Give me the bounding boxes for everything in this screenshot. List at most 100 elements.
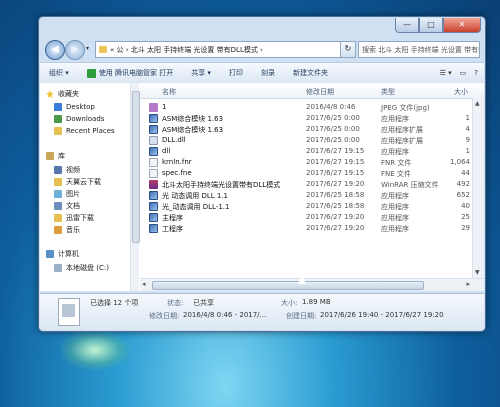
status-value: 已共享 [193,299,214,307]
sidebar-item-label: 迅雷下载 [66,214,94,222]
scroll-up-icon[interactable]: ▲ [475,100,480,107]
file-date: 2017/6/27 19:15 [306,158,365,166]
size-label: 大小: [281,299,298,307]
file-type: 应用程序 [381,225,409,233]
open-with-button[interactable]: 使用 腾讯电脑管家 打开 [78,68,182,78]
address-row: ◀ ▶ ▾ « 公 › 北斗 太阳 手持终端 光设置 带有DLL模式 › ↻ 搜… [43,39,481,60]
table-row[interactable]: DLL.dll 2017/6/25 0:00 应用程序扩展 9 [140,135,472,146]
scroll-right-icon[interactable]: ▸ [466,280,470,288]
sidebar-item-desktop[interactable]: Desktop [54,103,95,111]
sidebar-item-recent-places[interactable]: Recent Places [54,127,115,135]
scrollbar-thumb[interactable] [152,281,424,290]
sidebar-item-documents[interactable]: 文档 [54,201,80,211]
file-size: 29 [461,224,470,232]
file-name: 工程序 [162,225,183,233]
sidebar-item-thunder-downloads[interactable]: 迅雷下载 [54,213,94,223]
address-bar[interactable]: « 公 › 北斗 太阳 手持终端 光设置 带有DLL模式 › [95,41,341,58]
tencent-manager-icon [86,68,96,78]
table-row[interactable]: krnln.fnr 2017/6/27 19:15 FNR 文件 1,064 [140,157,472,168]
exe-icon [149,213,158,222]
file-name: dll [162,147,171,155]
navigation-scrollbar[interactable] [130,83,140,291]
minimize-button[interactable]: — [395,18,419,33]
sidebar-libraries[interactable]: 库 [46,151,65,161]
vertical-scrollbar[interactable]: ▲ ▼ [472,98,484,278]
preview-pane-button[interactable]: ▭ [460,69,467,77]
forward-button[interactable]: ▶ [65,40,85,60]
details-pane: 已选择 12 个项 状态: 已共享 大小: 1.89 MB 修改日期: 2016… [40,293,484,330]
table-row[interactable]: 主程序 2017/6/27 19:20 应用程序 25 [140,212,472,223]
created-value: 2017/6/26 19:40 - 2017/6/27 19:20 [320,311,444,319]
file-type: 应用程序扩展 [381,137,423,145]
table-row[interactable]: 1 2016/4/8 0:46 JPEG 文件(jpg) [140,102,472,113]
sidebar-item-downloads[interactable]: Downloads [54,115,104,123]
file-type: JPEG 文件(jpg) [381,104,430,112]
sidebar-item-drive-c[interactable]: 本地磁盘 (C:) [54,263,109,273]
sidebar-item-videos[interactable]: 视频 [54,165,80,175]
recent-pages-dropdown[interactable]: ▾ [86,45,89,52]
sidebar-item-music[interactable]: 音乐 [54,225,80,235]
table-row[interactable]: ASM综合模块 1.63 2017/6/25 0:00 应用程序扩展 4 [140,124,472,135]
column-size[interactable]: 大小 [454,87,468,97]
maximize-button[interactable]: □ [419,18,443,33]
modified-value: 2016/4/8 0:46 - 2017/... [183,311,267,319]
file-date: 2017/6/27 19:20 [306,180,365,188]
exe-icon [149,147,158,156]
file-size: 25 [461,213,470,221]
exe-icon [149,125,158,134]
search-input[interactable]: 搜索 北斗 太阳 手持终端 光设置 带有DLL模式 ⚲ [358,41,480,58]
burn-button[interactable]: 刻录 [252,68,284,78]
sidebar-item-cloud-downloads[interactable]: 天翼云下载 [54,177,101,187]
close-button[interactable]: ✕ [443,18,481,33]
share-button[interactable]: 共享 ▾ [182,68,220,78]
file-date: 2017/6/27 19:15 [306,147,365,155]
horizontal-scrollbar[interactable]: ◂ ▸ [140,278,484,291]
sidebar-favorites[interactable]: 收藏夹 [46,89,79,99]
table-row[interactable]: 光_动态调用 DLL-1.1 2017/6/25 18:58 应用程序 40 [140,201,472,212]
file-size: 9 [465,136,470,144]
exe-icon [149,202,158,211]
column-type[interactable]: 类型 [381,87,395,97]
address-path: « 公 › 北斗 太阳 手持终端 光设置 带有DLL模式 › [110,45,263,54]
file-date: 2017/6/25 0:00 [306,114,360,122]
refresh-button[interactable]: ↻ [340,41,356,58]
folder-icon [54,178,62,186]
file-name: 主程序 [162,214,183,222]
view-options-button[interactable]: ☰ ▾ [440,69,452,77]
exe-icon [149,224,158,233]
table-row[interactable]: spec.fne 2017/6/27 19:15 FNE 文件 44 [140,168,472,179]
table-row[interactable]: 工程序 2017/6/27 19:20 应用程序 29 [140,223,472,234]
sidebar-computer[interactable]: 计算机 [46,249,79,259]
content-area: 收藏夹 Desktop Downloads Recent Places 库 视频 [40,83,484,291]
scrollbar-thumb[interactable] [132,91,140,243]
sidebar-item-label: 本地磁盘 (C:) [66,264,109,272]
sidebar-item-label: Downloads [66,115,105,123]
file-date: 2016/4/8 0:46 [306,103,356,111]
library-icon [46,152,54,160]
file-type: 应用程序扩展 [381,126,423,134]
help-button[interactable]: ? [474,69,478,77]
sidebar-item-label: Recent Places [66,127,115,135]
table-row[interactable]: 光 动态调用 DLL 1.1 2017/6/25 18:58 应用程序 652 [140,190,472,201]
print-button[interactable]: 打印 [220,68,252,78]
scroll-down-icon[interactable]: ▼ [475,269,480,276]
multiple-files-icon [58,298,80,326]
organize-button[interactable]: 组织 ▾ [40,68,78,78]
table-row[interactable]: ASM综合模块 1.63 2017/6/25 0:00 应用程序 1 [140,113,472,124]
new-folder-button[interactable]: 新建文件夹 [284,68,337,78]
table-row[interactable]: dll 2017/6/27 19:15 应用程序 1 [140,146,472,157]
table-row[interactable]: 北斗太阳手持终端光设置带有DLL模式 2017/6/27 19:20 WinRA… [140,179,472,190]
scroll-left-icon[interactable]: ◂ [142,280,146,288]
column-header: 名称 修改日期 类型 大小 [140,83,484,99]
column-name[interactable]: 名称 [162,87,176,97]
back-button[interactable]: ◀ [45,40,65,60]
computer-icon [46,250,54,258]
file-date: 2017/6/27 19:20 [306,213,365,221]
file-size: 40 [461,202,470,210]
column-date[interactable]: 修改日期 [306,87,334,97]
file-name: DLL.dll [162,136,186,144]
sidebar-item-pictures[interactable]: 图片 [54,189,80,199]
file-type: 应用程序 [381,115,409,123]
sidebar-item-label: 图片 [66,190,80,198]
navigation-pane: 收藏夹 Desktop Downloads Recent Places 库 视频 [40,83,131,291]
